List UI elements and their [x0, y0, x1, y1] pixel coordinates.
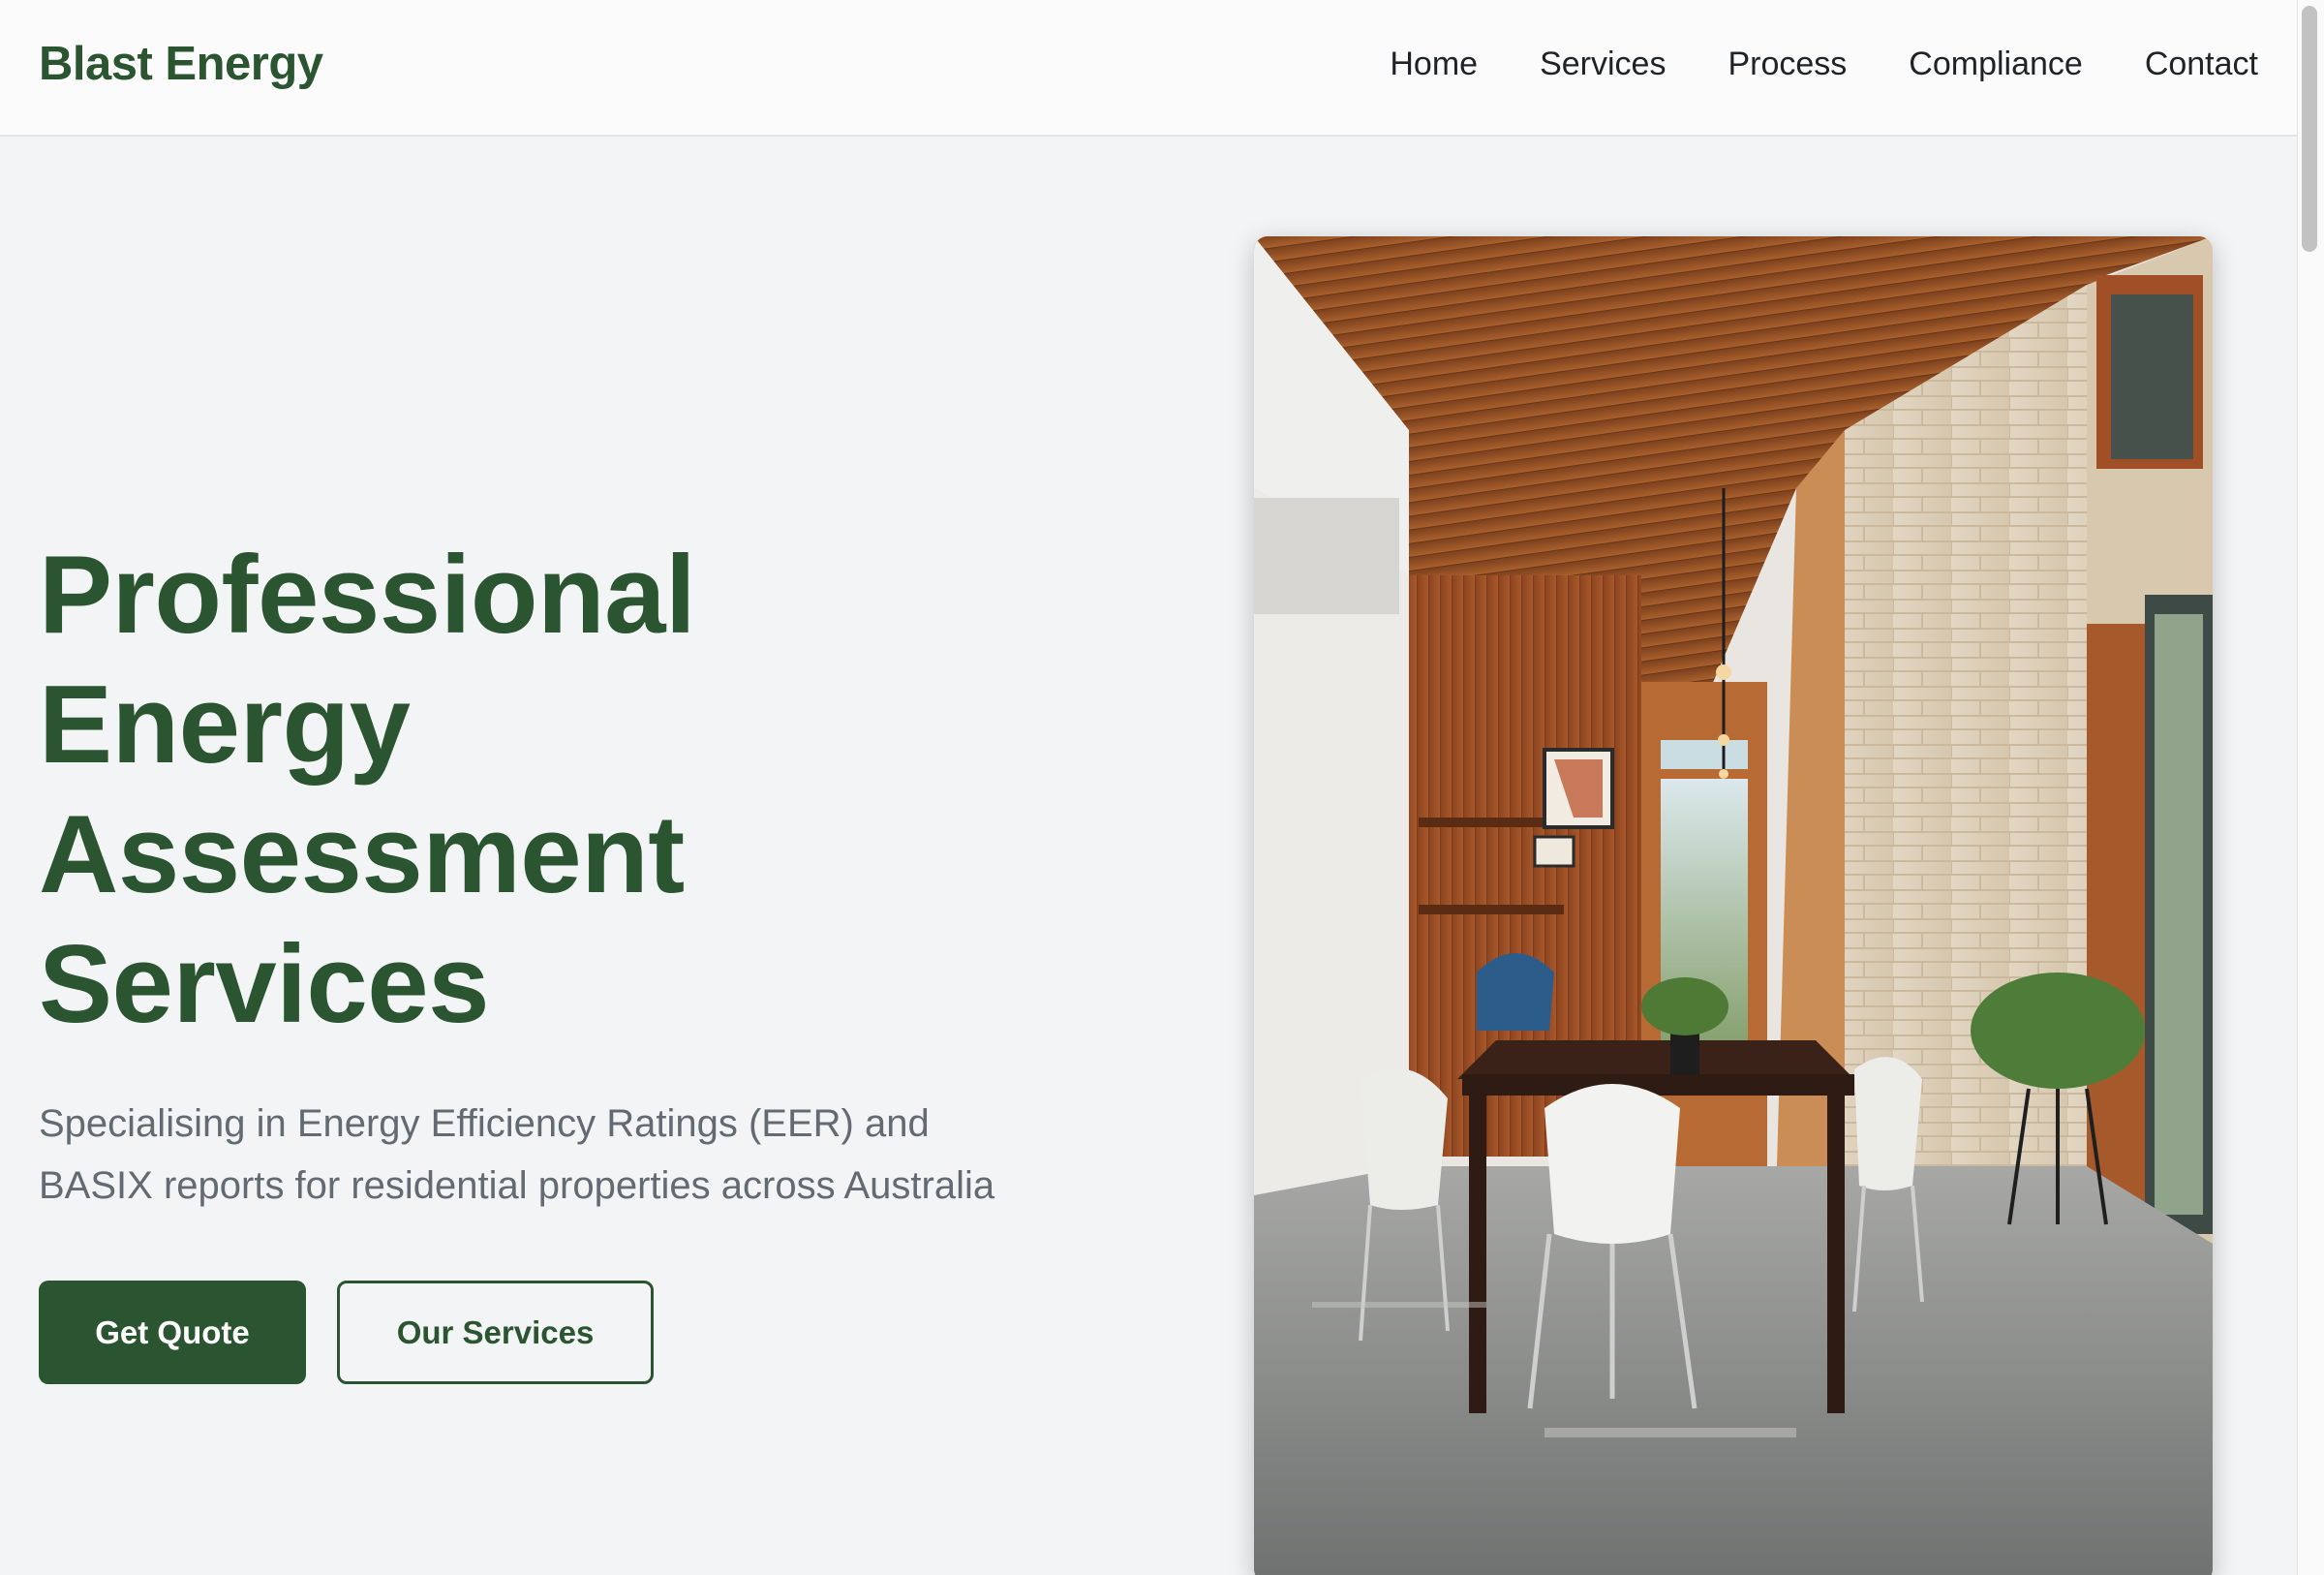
our-services-button[interactable]: Our Services [337, 1281, 654, 1384]
nav-services[interactable]: Services [1540, 46, 1666, 83]
scrollbar-thumb[interactable] [2302, 6, 2317, 252]
nav-process[interactable]: Process [1728, 46, 1847, 83]
hero-title-line: Professional [39, 534, 696, 657]
nav-contact[interactable]: Contact [2145, 46, 2258, 83]
nav-home[interactable]: Home [1390, 46, 1478, 83]
hero-title-line: Services [39, 923, 490, 1046]
brand-logo[interactable]: Blast Energy [39, 37, 323, 91]
hero-subtitle-line: Specialising in Energy Efficiency Rating… [39, 1102, 930, 1145]
hero-title-line: Energy [39, 664, 411, 787]
hero-subtitle-line: BASIX reports for residential properties… [39, 1164, 995, 1207]
page: Blast Energy Home Services Process Compl… [0, 0, 2324, 1575]
hero-title-line: Assessment [39, 793, 685, 916]
hero-subtitle: Specialising in Energy Efficiency Rating… [39, 1093, 1181, 1217]
main-nav: Home Services Process Compliance Contact [1390, 46, 2258, 83]
nav-compliance[interactable]: Compliance [1909, 46, 2083, 83]
hero-interior-image [1254, 236, 2213, 1575]
get-quote-button[interactable]: Get Quote [39, 1281, 306, 1384]
hero-title: Professional Energy Assessment Services [39, 531, 1152, 1050]
site-header: Blast Energy Home Services Process Compl… [0, 0, 2297, 137]
